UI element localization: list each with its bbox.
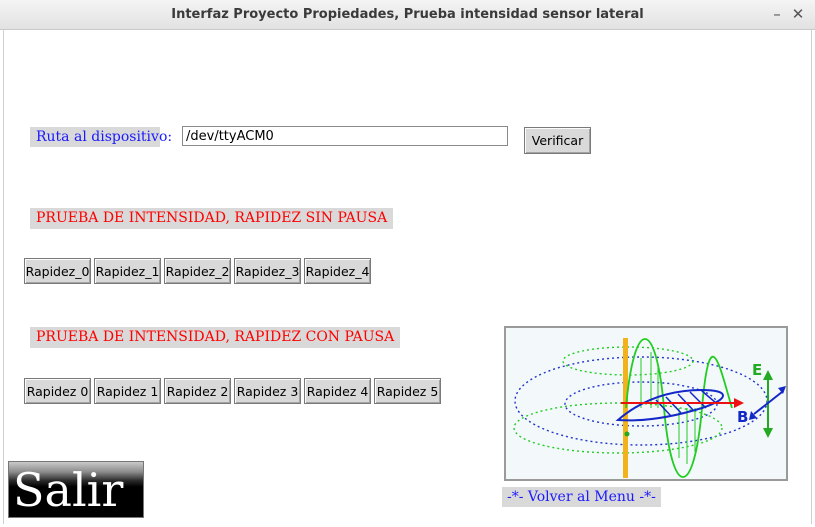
rapidez-pause-4-button[interactable]: Rapidez 4 xyxy=(304,378,371,404)
rapidez-no-pause-2-button[interactable]: Rapidez_2 xyxy=(164,258,231,284)
device-path-input[interactable] xyxy=(182,126,508,146)
back-to-menu-link[interactable]: -*- Volver al Menu -*- xyxy=(502,487,661,507)
rapidez-pause-3-button[interactable]: Rapidez 3 xyxy=(234,378,301,404)
title-bar: Interfaz Proyecto Propiedades, Prueba in… xyxy=(0,0,815,30)
rapidez-no-pause-1-button[interactable]: Rapidez_1 xyxy=(94,258,161,284)
rapidez-no-pause-3-button[interactable]: Rapidez_3 xyxy=(234,258,301,284)
em-wave-illustration: E B xyxy=(513,338,786,478)
device-path-label: Ruta al dispositivo: xyxy=(30,127,172,147)
em-wave-image: E B xyxy=(504,326,788,481)
rapidez-pause-0-button[interactable]: Rapidez 0 xyxy=(24,378,91,404)
rapidez-pause-5-button[interactable]: Rapidez 5 xyxy=(374,378,441,404)
rapidez-pause-2-button[interactable]: Rapidez 2 xyxy=(164,378,231,404)
exit-button[interactable]: Salir xyxy=(8,461,144,518)
section-heading-no-pause: PRUEBA DE INTENSIDAD, RAPIDEZ SIN PAUSA xyxy=(30,208,394,229)
verify-button[interactable]: Verificar xyxy=(524,127,591,154)
minimize-button[interactable]: – xyxy=(769,5,785,23)
rapidez-no-pause-0-button[interactable]: Rapidez_0 xyxy=(24,258,91,284)
close-button[interactable]: ✕ xyxy=(790,5,806,23)
rapidez-no-pause-4-button[interactable]: Rapidez_4 xyxy=(304,258,371,284)
e-field-label: E xyxy=(752,361,762,379)
rapidez-pause-1-button[interactable]: Rapidez 1 xyxy=(94,378,161,404)
section-heading-pause: PRUEBA DE INTENSIDAD, RAPIDEZ CON PAUSA xyxy=(30,327,401,348)
b-field-label: B xyxy=(737,408,748,426)
window-title: Interfaz Proyecto Propiedades, Prueba in… xyxy=(171,7,644,22)
